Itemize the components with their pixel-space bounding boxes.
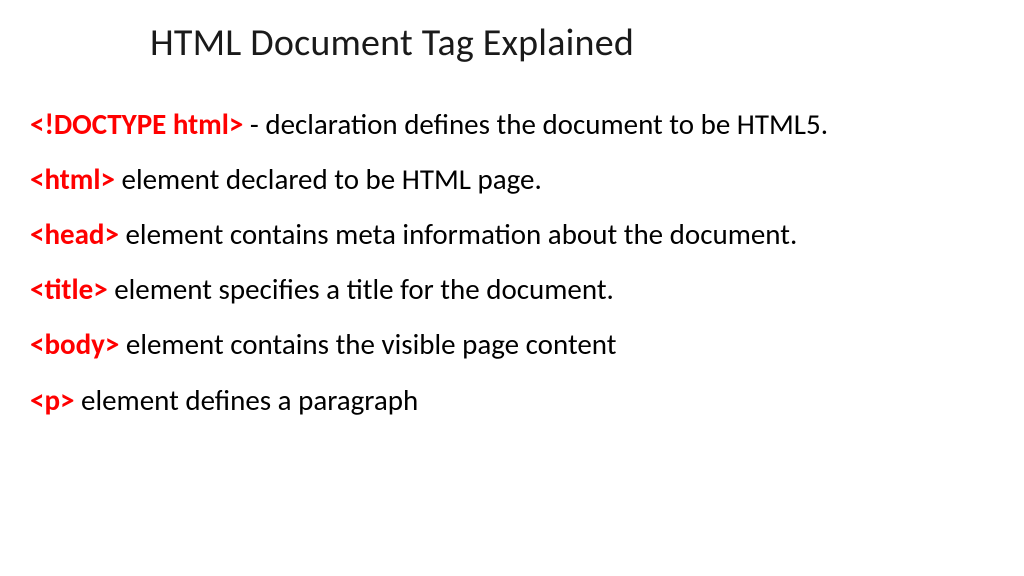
tag-head: <head>: [30, 216, 119, 252]
tag-html: <html>: [30, 161, 115, 197]
definition-line: <html> element declared to be HTML page.: [30, 161, 994, 198]
slide-container: HTML Document Tag Explained <!DOCTYPE ht…: [0, 0, 1024, 576]
desc-body: element contains the visible page conten…: [119, 326, 616, 362]
tag-doctype: <!DOCTYPE html>: [30, 106, 243, 142]
desc-title: element specifies a title for the docume…: [108, 271, 614, 307]
desc-p: element defines a paragraph: [74, 382, 418, 418]
definition-line: <title> element specifies a title for th…: [30, 271, 994, 308]
desc-doctype: - declaration defines the document to be…: [243, 106, 828, 142]
tag-title: <title>: [30, 271, 108, 307]
tag-body: <body>: [30, 326, 119, 362]
slide-title: HTML Document Tag Explained: [150, 20, 994, 66]
tag-p: <p>: [30, 382, 74, 418]
definition-line: <body> element contains the visible page…: [30, 326, 994, 363]
definition-line: <head> element contains meta information…: [30, 216, 994, 253]
definition-line: <!DOCTYPE html> - declaration defines th…: [30, 106, 994, 143]
desc-head: element contains meta information about …: [119, 216, 797, 252]
desc-html: element declared to be HTML page.: [115, 161, 542, 197]
definition-line: <p> element defines a paragraph: [30, 382, 994, 419]
